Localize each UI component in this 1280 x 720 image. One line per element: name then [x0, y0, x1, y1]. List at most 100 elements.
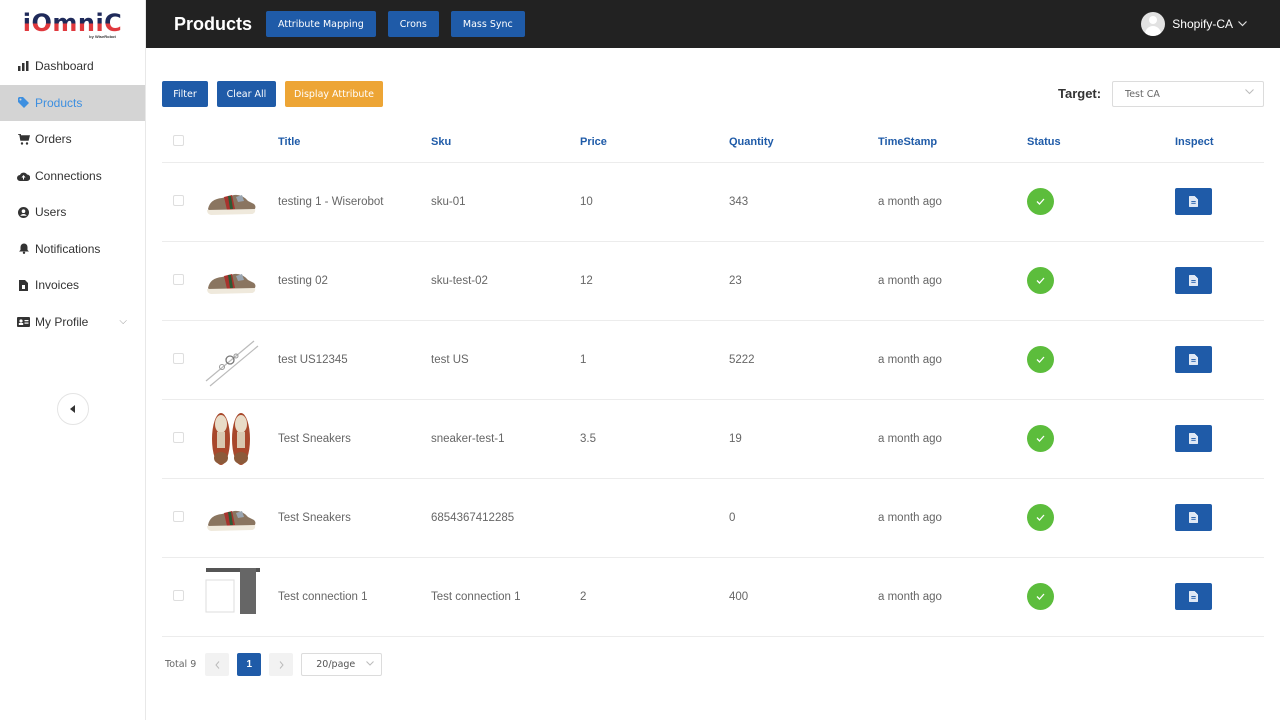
inspect-cell: [1175, 399, 1264, 479]
check-icon: [1036, 514, 1045, 521]
collapse-sidebar-button[interactable]: [57, 393, 89, 425]
product-timestamp: a month ago: [878, 241, 1027, 321]
sidebar-item-dashboard[interactable]: Dashboard: [0, 48, 145, 85]
image-header: [202, 122, 278, 163]
product-quantity: 5222: [729, 320, 878, 400]
row-select-cell: [162, 162, 202, 242]
check-icon: [1036, 593, 1045, 600]
column-header-timestamp[interactable]: TimeStamp: [878, 122, 1027, 163]
bar-chart-icon: [17, 60, 30, 73]
page-title: Products: [174, 13, 253, 34]
row-checkbox[interactable]: [173, 510, 184, 522]
inspect-button[interactable]: [1175, 267, 1212, 294]
crons-button[interactable]: Crons: [387, 11, 439, 37]
page-size-select[interactable]: 20/page: [301, 653, 383, 676]
sidebar-item-label: My Profile: [35, 314, 89, 329]
total-count: Total 9: [165, 659, 197, 670]
invoice-icon: [17, 279, 30, 292]
sidebar-item-my-profile[interactable]: My Profile ⌵: [0, 304, 145, 341]
target-label: Target:: [1058, 86, 1102, 101]
user-menu[interactable]: Shopify-CA: [1141, 12, 1247, 36]
column-header-quantity[interactable]: Quantity: [729, 122, 878, 163]
row-checkbox[interactable]: [173, 589, 184, 601]
select-all-checkbox[interactable]: [173, 134, 184, 146]
inspect-button[interactable]: [1175, 346, 1212, 373]
product-timestamp: a month ago: [878, 162, 1027, 242]
table-row: Test Sneakers 6854367412285 0 a month ag…: [162, 478, 1264, 558]
display-attribute-button[interactable]: Display Attribute: [285, 81, 383, 107]
document-icon: [1189, 512, 1198, 523]
product-sku: sku-01: [431, 162, 580, 242]
inspect-button[interactable]: [1175, 188, 1212, 215]
logo[interactable]: iOmniC by WiseRobot: [0, 0, 145, 48]
product-image[interactable]: [202, 408, 278, 470]
product-title: Test Sneakers: [278, 399, 431, 479]
top-bar: Products Attribute Mapping Crons Mass Sy…: [146, 0, 1280, 48]
select-all-cell: [162, 122, 202, 163]
product-sku: 6854367412285: [431, 478, 580, 558]
bell-icon: [17, 242, 30, 255]
status-cell: [1027, 557, 1175, 637]
cart-icon: [17, 133, 30, 146]
target-select[interactable]: Test CA: [1112, 81, 1264, 107]
sidebar-nav: Dashboard Products Orders Connections Us…: [0, 48, 145, 340]
table-header-row: Title Sku Price Quantity TimeStamp Statu…: [162, 122, 1264, 163]
check-icon: [1036, 198, 1045, 205]
product-quantity: 400: [729, 557, 878, 637]
product-image[interactable]: [202, 171, 278, 233]
attribute-mapping-button[interactable]: Attribute Mapping: [266, 11, 376, 37]
sidebar-item-products[interactable]: Products: [0, 84, 145, 121]
user-circle-icon: [17, 206, 30, 219]
inspect-button[interactable]: [1175, 425, 1212, 452]
next-page-button[interactable]: [269, 653, 294, 676]
column-header-title[interactable]: Title: [278, 122, 431, 163]
product-image[interactable]: [202, 566, 278, 628]
product-timestamp: a month ago: [878, 557, 1027, 637]
product-image-cell: [202, 399, 278, 479]
sidebar-item-label: Dashboard: [35, 59, 94, 74]
product-price: 12: [580, 241, 729, 321]
product-timestamp: a month ago: [878, 399, 1027, 479]
page-button-current[interactable]: 1: [237, 653, 262, 676]
status-success-badge: [1027, 267, 1054, 294]
product-image-cell: [202, 241, 278, 321]
column-header-sku[interactable]: Sku: [431, 122, 580, 163]
product-image[interactable]: [202, 250, 278, 312]
product-image[interactable]: [202, 329, 278, 391]
mass-sync-button[interactable]: Mass Sync: [450, 11, 525, 37]
status-cell: [1027, 162, 1175, 242]
sidebar-item-notifications[interactable]: Notifications: [0, 231, 145, 268]
status-success-badge: [1027, 188, 1054, 215]
product-title: test US12345: [278, 320, 431, 400]
inspect-button[interactable]: [1175, 583, 1212, 610]
caret-left-icon: [70, 400, 76, 418]
product-title: testing 1 - Wiserobot: [278, 162, 431, 242]
inspect-cell: [1175, 162, 1264, 242]
status-success-badge: [1027, 504, 1054, 531]
prev-page-button[interactable]: [205, 653, 230, 676]
sidebar-item-invoices[interactable]: Invoices: [0, 267, 145, 304]
product-price: 1: [580, 320, 729, 400]
filter-button[interactable]: Filter: [162, 81, 208, 107]
column-header-price[interactable]: Price: [580, 122, 729, 163]
row-checkbox[interactable]: [173, 273, 184, 285]
product-image[interactable]: [202, 487, 278, 549]
inspect-button[interactable]: [1175, 504, 1212, 531]
sidebar-item-connections[interactable]: Connections: [0, 158, 145, 195]
table-row: testing 02 sku-test-02 12 23 a month ago: [162, 241, 1264, 321]
row-checkbox[interactable]: [173, 352, 184, 364]
chevron-right-icon: [279, 660, 284, 669]
table-row: testing 1 - Wiserobot sku-01 10 343 a mo…: [162, 162, 1264, 242]
page-size-value: 20/page: [316, 659, 356, 670]
status-success-badge: [1027, 583, 1054, 610]
sidebar-item-users[interactable]: Users: [0, 194, 145, 231]
sidebar-item-label: Users: [35, 205, 67, 220]
product-quantity: 0: [729, 478, 878, 558]
clear-all-button[interactable]: Clear All: [217, 81, 276, 107]
sidebar-item-orders[interactable]: Orders: [0, 121, 145, 158]
row-checkbox[interactable]: [173, 194, 184, 206]
chevron-down-icon: [366, 659, 375, 668]
column-header-status: Status: [1027, 122, 1175, 163]
check-icon: [1036, 356, 1045, 363]
row-checkbox[interactable]: [173, 431, 184, 443]
